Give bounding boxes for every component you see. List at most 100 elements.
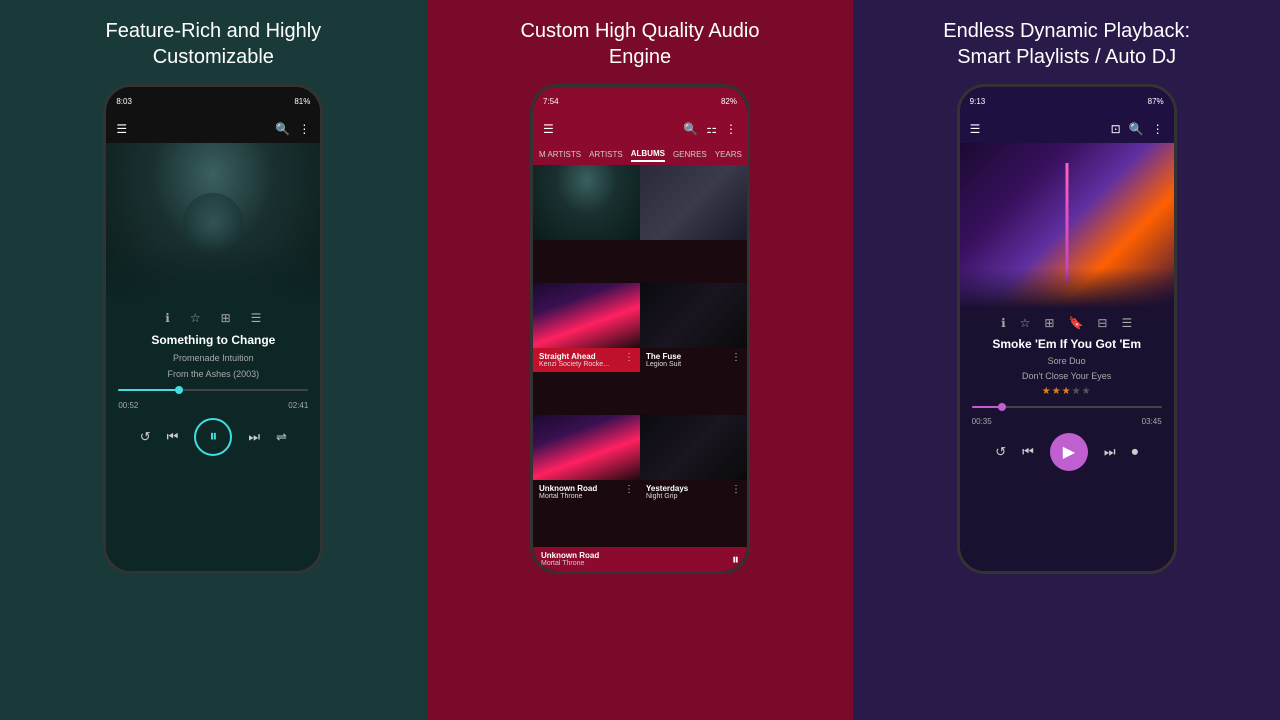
album-art-3-main: [960, 143, 1174, 308]
album-art-1: [106, 143, 320, 303]
cast-icon-3[interactable]: ⊡: [1111, 122, 1121, 136]
phone-2: 7:54 82% ☰ 🔍 ⚏ ⋮ M ARTISTS ARTISTS ALBUM…: [530, 84, 750, 574]
now-playing-bar: Unknown Road Mortal Throne ⏸: [533, 547, 747, 571]
tab-albums[interactable]: ALBUMS: [631, 147, 665, 162]
play-btn-3[interactable]: ▶: [1050, 433, 1088, 471]
progress-thumb-3: [998, 403, 1006, 411]
total-time-1: 02:41: [288, 401, 308, 410]
tab-bar-2: M ARTISTS ARTISTS ALBUMS GENRES YEARS: [533, 143, 747, 165]
album-cell-5: Unknown Road Mortal Throne ⋮: [533, 415, 640, 547]
album-art-2: [640, 165, 747, 240]
prev-btn-3[interactable]: ⏮: [1022, 444, 1034, 460]
album-text-6: Yesterdays Night Grip: [646, 484, 688, 500]
status-bar-3: 9:13 87%: [960, 87, 1174, 115]
song-artist-1: Promenade Intuition: [173, 353, 254, 363]
bookmark-icon-3[interactable]: 🔖: [1068, 316, 1083, 330]
battery-1: 81%: [294, 97, 310, 106]
album-art-3: [533, 283, 640, 348]
more-icon-album-4[interactable]: ⋮: [731, 352, 741, 363]
queue-icon-3[interactable]: ☰: [1121, 316, 1132, 330]
album-art-4: [640, 283, 747, 348]
panel-3: Endless Dynamic Playback: Smart Playlist…: [853, 0, 1280, 720]
album-name-3: Straight Ahead: [539, 352, 609, 361]
time-3: 9:13: [970, 97, 986, 106]
tab-artists[interactable]: ARTISTS: [589, 148, 623, 161]
repeat-btn-1[interactable]: ↺: [140, 429, 151, 445]
current-time-3: 00:35: [972, 417, 992, 426]
tab-years[interactable]: YEARS: [715, 148, 742, 161]
search-icon-2[interactable]: 🔍: [683, 122, 698, 136]
search-icon-3[interactable]: 🔍: [1129, 122, 1144, 136]
progress-track-1: [118, 389, 308, 391]
phone-1: 8:03 81% ☰ 🔍 ⋮ ℹ ☆ ⊞ ☰ Something: [103, 84, 323, 574]
album-cell-2: [640, 165, 747, 283]
phone-3: 9:13 87% ☰ ⊡ 🔍 ⋮ ℹ ☆ ⊞ 🔖 ⊟: [957, 84, 1177, 574]
more-icon-3[interactable]: ⋮: [1152, 122, 1164, 136]
panel-1: Feature-Rich and Highly Customizable 8:0…: [0, 0, 427, 720]
more-icon-album-5[interactable]: ⋮: [624, 484, 634, 495]
progress-bar-3[interactable]: [972, 402, 1162, 412]
np-pause-btn[interactable]: ⏸: [732, 551, 739, 568]
prev-btn-1[interactable]: ⏮: [167, 429, 179, 445]
current-time-1: 00:52: [118, 401, 138, 410]
next-btn-3[interactable]: ⏭: [1104, 444, 1116, 460]
record-btn-3[interactable]: ⏺: [1132, 444, 1139, 460]
time-row-1: 00:52 02:41: [118, 401, 308, 410]
song-title-3: Smoke 'Em If You Got 'Em: [992, 337, 1141, 351]
more-icon-1[interactable]: ⋮: [298, 122, 310, 136]
album-text-4: The Fuse Legion Suit: [646, 352, 681, 368]
song-rating-3: ★★★★★: [1042, 386, 1092, 397]
time-2: 7:54: [543, 97, 559, 106]
queue-icon-1[interactable]: ☰: [251, 311, 262, 325]
player-screen-3: ℹ ☆ ⊞ 🔖 ⊟ ☰ Smoke 'Em If You Got 'Em Sor…: [960, 143, 1174, 571]
album-cell-1: [533, 165, 640, 283]
album-artist-6: Night Grip: [646, 493, 688, 500]
pause-btn-1[interactable]: ⏸: [194, 418, 232, 456]
song-album-3: Don't Close Your Eyes: [1022, 371, 1111, 381]
tab-m-artists[interactable]: M ARTISTS: [539, 148, 581, 161]
more-icon-album-3[interactable]: ⋮: [624, 352, 634, 363]
song-artist-3: Sore Duo: [1048, 356, 1086, 366]
minus-icon-3[interactable]: ⊟: [1097, 316, 1107, 330]
album-text-3: Straight Ahead Kenzi Society Rocke...: [539, 352, 609, 368]
controls-1: ℹ ☆ ⊞ ☰ Something to Change Promenade In…: [106, 303, 320, 464]
menu-icon-3[interactable]: ☰: [970, 122, 981, 136]
album-cell-4: The Fuse Legion Suit ⋮: [640, 283, 747, 415]
status-bar-1: 8:03 81%: [106, 87, 320, 115]
grid-icon-3[interactable]: ⊞: [1044, 316, 1054, 330]
info-icon-1[interactable]: ℹ: [165, 311, 170, 325]
favorite-icon-1[interactable]: ☆: [190, 311, 201, 325]
album-art-1: [533, 165, 640, 240]
shuffle-btn-1[interactable]: ⇌: [276, 429, 287, 445]
filter-icon-2[interactable]: ⚏: [706, 122, 717, 136]
favorite-icon-3[interactable]: ☆: [1020, 316, 1031, 330]
progress-track-3: [972, 406, 1162, 408]
tab-genres[interactable]: GENRES: [673, 148, 707, 161]
np-info: Unknown Road Mortal Throne: [541, 551, 599, 567]
search-icon-1[interactable]: 🔍: [275, 122, 290, 136]
panel-3-title: Endless Dynamic Playback: Smart Playlist…: [917, 18, 1217, 70]
np-artist: Mortal Throne: [541, 560, 599, 567]
album-info-5: Unknown Road Mortal Throne ⋮: [533, 480, 640, 504]
more-icon-2[interactable]: ⋮: [725, 122, 737, 136]
progress-bar-1[interactable]: [118, 385, 308, 395]
album-art-5: [533, 415, 640, 480]
menu-icon-1[interactable]: ☰: [116, 122, 127, 136]
next-btn-1[interactable]: ⏭: [248, 429, 260, 445]
progress-fill-1: [118, 389, 179, 391]
np-title: Unknown Road: [541, 551, 599, 560]
lyrics-icon-1[interactable]: ⊞: [221, 311, 231, 325]
menu-icon-2[interactable]: ☰: [543, 122, 554, 136]
song-album-1: From the Ashes (2003): [168, 369, 260, 379]
song-title-1: Something to Change: [151, 333, 275, 347]
status-bar-2: 7:54 82%: [533, 87, 747, 115]
info-icon-3[interactable]: ℹ: [1001, 316, 1006, 330]
panel-1-title: Feature-Rich and Highly Customizable: [63, 18, 363, 70]
album-cell-3: Straight Ahead Kenzi Society Rocke... ⋮: [533, 283, 640, 415]
battery-3: 87%: [1148, 97, 1164, 106]
nav-bar-3: ☰ ⊡ 🔍 ⋮: [960, 115, 1174, 143]
more-icon-album-6[interactable]: ⋮: [731, 484, 741, 495]
battery-2: 82%: [721, 97, 737, 106]
repeat-btn-3[interactable]: ↺: [995, 444, 1006, 460]
album-art-6: [640, 415, 747, 480]
